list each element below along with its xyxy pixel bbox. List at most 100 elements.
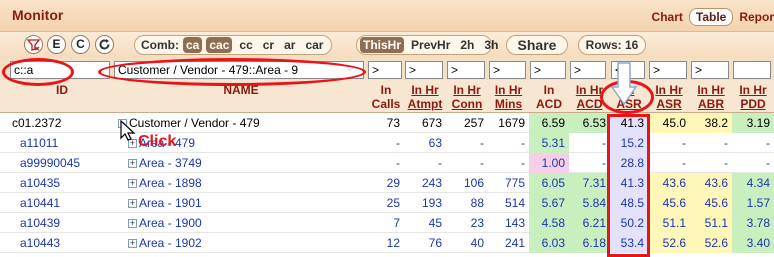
row-calls-cell: - [396, 136, 400, 150]
col-in-acd-header[interactable]: In ACD [529, 80, 569, 113]
col-in-hr-mins-header[interactable]: In Hr Mins [488, 80, 529, 113]
row-calls-cell: 25 [386, 196, 400, 210]
header-line-2: ACD [576, 97, 603, 111]
comb-option-cr[interactable]: cr [260, 37, 277, 53]
period-option-prevhr[interactable]: PrevHr [408, 37, 453, 53]
row-id-cell: a10439 [20, 216, 61, 230]
col-in-hr-abr-header[interactable]: In Hr ABR [690, 80, 732, 113]
expand-icon[interactable]: + [128, 239, 137, 249]
c-button[interactable]: C [71, 35, 90, 54]
table-row[interactable]: a11011 + Area - 479-63- -5.31-15.2- - - [0, 133, 774, 153]
in-hr-mins-filter[interactable]: > [489, 61, 526, 79]
row-abr-cell: 52.6 [690, 233, 732, 253]
header-line-2: Conn [451, 97, 483, 111]
annotation-rect-asr [607, 114, 650, 257]
in-hr-abr-filter[interactable]: > [691, 61, 729, 79]
cursor-icon [120, 120, 136, 141]
col-in-hr-conn-header[interactable]: In Hr Conn [446, 80, 488, 113]
e-button[interactable]: E [47, 35, 66, 54]
row-calls-cell: 29 [386, 176, 400, 190]
expand-icon[interactable]: + [128, 199, 137, 209]
comb-label: Comb: [141, 38, 179, 52]
filter-clear-icon[interactable] [24, 35, 43, 54]
col-in-hr-attempt-header[interactable]: In Hr Atmpt [404, 80, 446, 113]
row-name-cell[interactable]: + Area - 3749 [118, 153, 368, 173]
period-option-thishr[interactable]: ThisHr [360, 37, 405, 53]
in-hr-asr-filter[interactable]: > [649, 61, 687, 79]
in-hr-acd-filter[interactable]: > [570, 61, 606, 79]
table-row[interactable]: a10435 + Area - 1898 29 243 106 775 6.05 7.31 41.… [0, 173, 774, 193]
header-line-2: ACD [536, 97, 562, 111]
row-abr-cell: - [724, 156, 728, 170]
comb-option-car[interactable]: car [302, 37, 326, 53]
row-attempt-cell: 673 [421, 116, 442, 130]
row-pdd-cell: 3.78 [732, 213, 774, 233]
row-hracd-cell: 5.84 [569, 193, 610, 213]
row-attempt-cell: 76 [428, 236, 442, 250]
comb-option-cc[interactable]: cc [236, 37, 255, 53]
row-acd-cell: 5.67 [529, 193, 569, 213]
chart-link[interactable]: Chart [652, 10, 683, 24]
refresh-icon[interactable] [95, 35, 114, 54]
col-in-calls-header[interactable]: In Calls [368, 80, 404, 113]
row-name-text: Area - 3749 [139, 156, 202, 170]
row-id-cell: a10435 [20, 176, 61, 190]
row-name-text: Area - 1902 [139, 236, 202, 250]
row-name-cell[interactable]: + Area - 1900 [118, 213, 368, 233]
row-mins-cell: 1679 [498, 116, 525, 130]
row-acd-cell: 6.03 [529, 233, 569, 253]
row-attempt-cell: - [438, 156, 442, 170]
table-link[interactable]: Table [688, 8, 734, 26]
row-conn-cell: - [480, 156, 484, 170]
app-title: Monitor [12, 7, 64, 23]
row-pdd-cell: - [766, 156, 770, 170]
in-hr-attempt-filter[interactable]: > [405, 61, 443, 79]
header-line-2: ASR [656, 97, 682, 111]
table-row[interactable]: c01.2372 −Customer / Vendor - 479 73 673 257… [0, 113, 774, 133]
click-annotation: Click [138, 133, 177, 150]
table-row[interactable]: a99990045 + Area - 3749- - - -1.00-28.8- - - [0, 153, 774, 173]
row-attempt-cell: 45 [428, 216, 442, 230]
col-in-hr-asr-header[interactable]: In Hr ASR [648, 80, 690, 113]
in-acd-filter[interactable]: > [530, 61, 566, 79]
comb-option-cac[interactable]: cac [206, 37, 233, 53]
row-abr-cell: 43.6 [690, 173, 732, 193]
expand-icon[interactable]: + [128, 219, 137, 229]
row-name-cell[interactable]: −Customer / Vendor - 479 [118, 113, 368, 133]
table-row[interactable]: a10439 + Area - 1900 7 45 23 143 4.58 6.21 50.2 51… [0, 213, 774, 233]
row-id-cell: a10441 [20, 196, 61, 210]
row-name-cell[interactable]: + Area - 1902 [118, 233, 368, 253]
row-pdd-cell: - [766, 136, 770, 150]
header-line-1: In [543, 83, 555, 97]
row-id-cell: c01.2372 [12, 116, 62, 130]
row-mins-cell: 514 [504, 196, 525, 210]
row-mins-cell: 143 [504, 216, 525, 230]
expand-icon[interactable]: + [128, 159, 137, 169]
table-row[interactable]: a10441 + Area - 1901 25 193 88 514 5.67 5.84 48.5… [0, 193, 774, 213]
period-option-2h[interactable]: 2h [457, 37, 477, 53]
row-name-cell[interactable]: + Area - 1901 [118, 193, 368, 213]
in-hr-pdd-filter[interactable] [733, 61, 771, 79]
view-links: Chart Table Repor [652, 8, 774, 26]
col-in-hr-pdd-header[interactable]: In Hr PDD [732, 80, 774, 113]
comb-option-ca[interactable]: ca [183, 37, 203, 53]
share-button[interactable]: Share [506, 35, 568, 55]
row-id-cell: a11011 [20, 136, 59, 150]
comb-option-ar[interactable]: ar [281, 37, 298, 53]
row-acd-cell: 1.00 [529, 153, 569, 173]
title-bar: Monitor Chart Table Repor [0, 0, 774, 32]
in-hr-conn-filter[interactable]: > [447, 61, 485, 79]
row-hrasr-cell: - [682, 156, 686, 170]
report-link[interactable]: Repor [739, 10, 774, 24]
in-calls-filter[interactable]: > [368, 61, 402, 79]
row-hrasr-cell: 45.0 [648, 113, 690, 133]
row-pdd-cell: 1.57 [732, 193, 774, 213]
rows-count[interactable]: Rows: 16 [578, 35, 646, 55]
row-acd-cell: 4.58 [529, 213, 569, 233]
table-row[interactable]: a10443 + Area - 1902 12 76 40 241 6.03 6.18 53.4 5… [0, 233, 774, 253]
period-option-3h[interactable]: 3h [481, 37, 501, 53]
row-acd-cell: 5.31 [529, 133, 569, 153]
header-line-2: Calls [371, 97, 401, 111]
row-name-cell[interactable]: + Area - 1898 [118, 173, 368, 193]
expand-icon[interactable]: + [128, 179, 137, 189]
